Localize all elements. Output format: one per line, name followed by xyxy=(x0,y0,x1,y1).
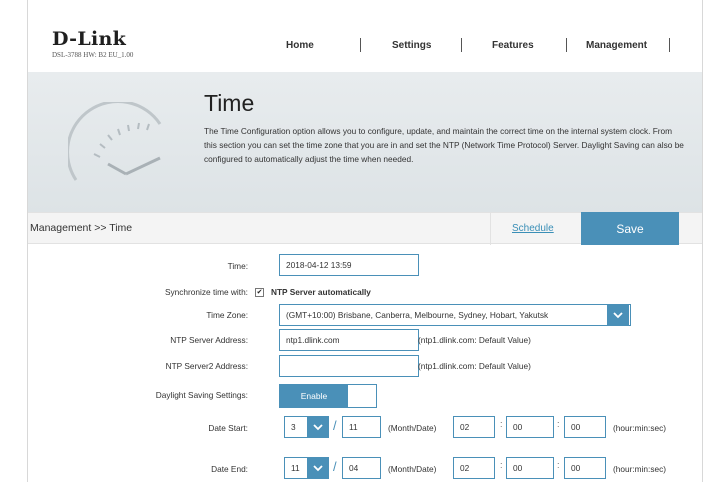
ntp1-default-note: (ntp1.dlink.com: Default Value) xyxy=(418,335,531,345)
start-sec-field[interactable]: 00 xyxy=(564,416,606,438)
time-field[interactable]: 2018-04-12 13:59 xyxy=(279,254,419,276)
page-title: Time xyxy=(204,90,255,116)
ntp2-label: NTP Server2 Address: xyxy=(165,361,248,371)
time-separator: : xyxy=(500,460,503,470)
hero-banner: Time The Time Configuration option allow… xyxy=(28,72,702,212)
date-end-label: Date End: xyxy=(211,464,248,474)
date-start-label: Date Start: xyxy=(208,423,248,433)
sync-checkbox[interactable]: ✔ xyxy=(255,288,264,297)
date-separator: / xyxy=(333,459,337,474)
dst-label: Daylight Saving Settings: xyxy=(155,390,248,400)
ntp1-field[interactable]: ntp1.dlink.com xyxy=(279,329,419,351)
end-date-field[interactable]: 04 xyxy=(342,457,381,479)
nav-management[interactable]: Management xyxy=(567,40,669,51)
timezone-label: Time Zone: xyxy=(206,310,248,320)
end-sec-field[interactable]: 00 xyxy=(564,457,606,479)
model-info: DSL-3788 HW: B2 EU_1.00 xyxy=(52,51,134,59)
nav-divider xyxy=(669,38,670,52)
dlink-logo: D-Link xyxy=(52,28,127,50)
date-separator: / xyxy=(333,418,337,433)
dst-toggle-label: Enable xyxy=(280,385,348,407)
top-bar: D-Link DSL-3788 HW: B2 EU_1.00 Home Sett… xyxy=(28,0,702,70)
schedule-link[interactable]: Schedule xyxy=(512,223,554,234)
chevron-down-icon[interactable] xyxy=(607,304,629,326)
dst-toggle[interactable]: Enable xyxy=(279,384,377,408)
nav-home[interactable]: Home xyxy=(286,40,360,51)
nav-features[interactable]: Features xyxy=(462,40,566,51)
end-hour-field[interactable]: 02 xyxy=(453,457,495,479)
time-separator: : xyxy=(557,460,560,470)
start-hour-field[interactable]: 02 xyxy=(453,416,495,438)
start-date-field[interactable]: 11 xyxy=(342,416,381,438)
chevron-down-icon[interactable] xyxy=(307,416,329,438)
end-min-field[interactable]: 00 xyxy=(506,457,554,479)
month-date-note: (Month/Date) xyxy=(388,464,437,474)
nav-settings[interactable]: Settings xyxy=(361,40,461,51)
ntp2-default-note: (ntp1.dlink.com: Default Value) xyxy=(418,361,531,371)
ntp2-field[interactable] xyxy=(279,355,419,377)
time-label: Time: xyxy=(227,261,248,271)
breadcrumb: Management >> Time xyxy=(30,222,133,234)
save-button[interactable]: Save xyxy=(581,212,679,245)
timezone-select[interactable]: (GMT+10:00) Brisbane, Canberra, Melbourn… xyxy=(279,304,631,326)
page-frame: D-Link DSL-3788 HW: B2 EU_1.00 Home Sett… xyxy=(27,0,703,482)
time-separator: : xyxy=(500,419,503,429)
time-separator: : xyxy=(557,419,560,429)
start-min-field[interactable]: 00 xyxy=(506,416,554,438)
sync-label: Synchronize time with: xyxy=(164,287,248,297)
chevron-down-icon[interactable] xyxy=(307,457,329,479)
page-description: The Time Configuration option allows you… xyxy=(204,126,684,164)
main-nav: Home Settings Features Management xyxy=(286,38,670,52)
ntp1-label: NTP Server Address: xyxy=(170,335,248,345)
month-date-note: (Month/Date) xyxy=(388,423,437,433)
hms-note: (hour:min:sec) xyxy=(613,464,667,474)
bar-divider xyxy=(490,213,491,245)
hms-note: (hour:min:sec) xyxy=(613,423,667,433)
breadcrumb-bar: Management >> Time Schedule Save xyxy=(28,212,702,245)
sync-option-label: NTP Server automatically xyxy=(271,287,371,297)
clock-icon xyxy=(68,102,162,181)
